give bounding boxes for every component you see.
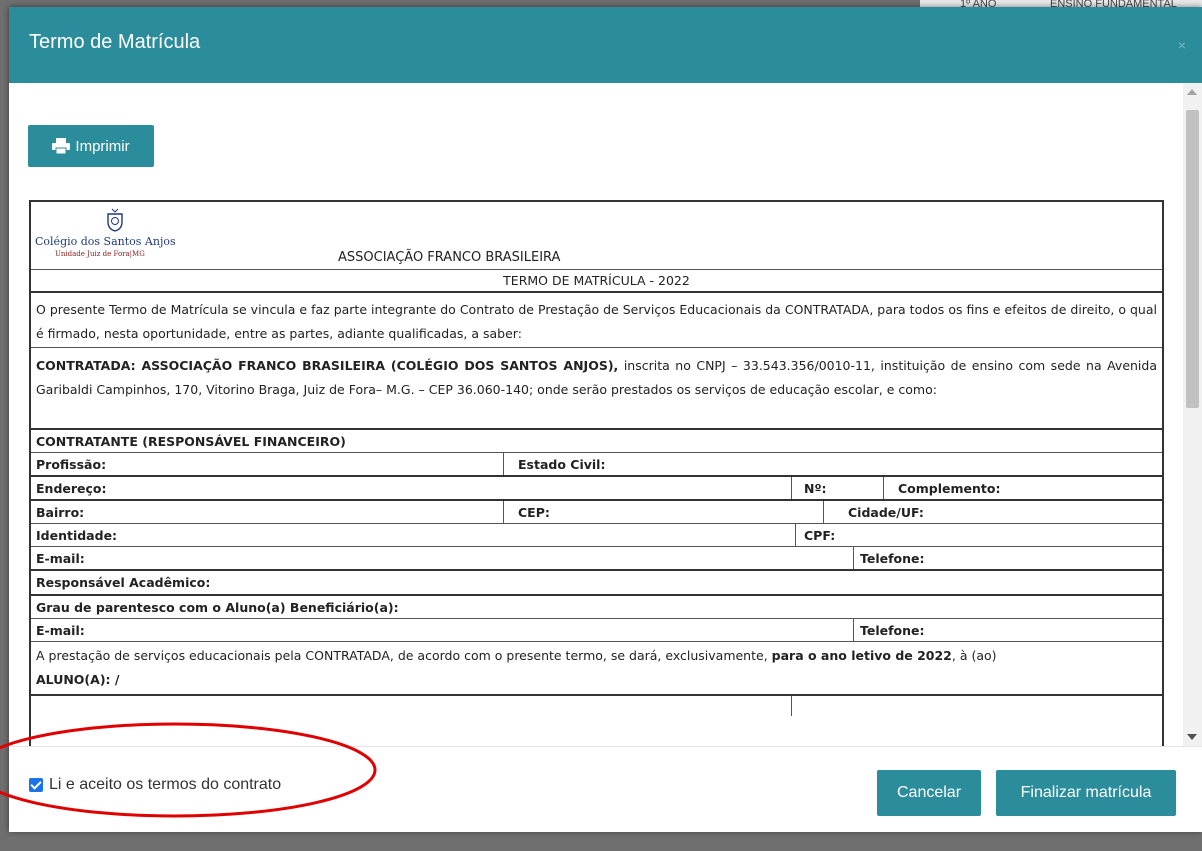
- profissao-label: Profissão:: [36, 456, 107, 472]
- grau-row: Grau de parentesco com o Aluno(a) Benefi…: [31, 596, 1162, 619]
- contract-document: Colégio dos Santos Anjos Unidade Juiz de…: [29, 200, 1164, 746]
- complemento-label: Complemento:: [883, 477, 1162, 499]
- scroll-down-icon[interactable]: [1187, 734, 1197, 740]
- bairro-label: Bairro:: [36, 504, 85, 520]
- responsavel-row: Responsável Acadêmico:: [31, 571, 1162, 596]
- term-title-row: TERMO DE MATRÍCULA - 2022: [31, 269, 1162, 293]
- association-title: ASSOCIAÇÃO FRANCO BRASILEIRA: [338, 250, 561, 265]
- school-logo: Colégio dos Santos Anjos Unidade Juiz de…: [35, 208, 205, 263]
- print-button[interactable]: Imprimir: [28, 125, 154, 167]
- print-button-label: Imprimir: [75, 137, 130, 155]
- email-label: E-mail:: [36, 550, 85, 566]
- aluno-label: ALUNO(A): /: [36, 672, 120, 687]
- responsavel-academico-label: Responsável Acadêmico:: [36, 575, 211, 590]
- close-button[interactable]: ×: [1178, 37, 1186, 53]
- school-logo-subtitle: Unidade Juiz de Fora|MG: [55, 250, 145, 258]
- scroll-thumb[interactable]: [1186, 110, 1199, 408]
- bairro-row: Bairro: CEP: Cidade/UF:: [31, 501, 1162, 524]
- cidade-uf-label: Cidade/UF:: [823, 501, 1162, 523]
- intro-paragraph: O presente Termo de Matrícula se vincula…: [36, 302, 1157, 341]
- enrollment-modal: Termo de Matrícula × Imprimir Colégio do…: [9, 7, 1202, 832]
- school-logo-name: Colégio dos Santos Anjos: [35, 235, 176, 248]
- grau-parentesco-label: Grau de parentesco com o Aluno(a) Benefi…: [36, 599, 399, 615]
- identidade-label: Identidade:: [36, 527, 118, 543]
- accept-terms-label: Li e aceito os termos do contrato: [49, 776, 282, 793]
- profissao-row: Profissão: Estado Civil:: [31, 453, 1162, 477]
- finish-enrollment-button[interactable]: Finalizar matrícula: [996, 770, 1176, 816]
- email2-row: E-mail: Telefone:: [31, 619, 1162, 642]
- modal-footer: Li e aceito os termos do contrato Cancel…: [9, 746, 1202, 832]
- telefone-label: Telefone:: [853, 547, 1162, 569]
- endereco-label: Endereço:: [36, 480, 107, 496]
- contratada-paragraph: CONTRATADA: ASSOCIAÇÃO FRANCO BRASILEIRA…: [31, 348, 1162, 402]
- contratada-row: CONTRATADA: ASSOCIAÇÃO FRANCO BRASILEIRA…: [31, 348, 1162, 430]
- scroll-up-icon[interactable]: [1187, 89, 1197, 95]
- contratada-bold: CONTRATADA: ASSOCIAÇÃO FRANCO BRASILEIRA…: [36, 358, 619, 373]
- numero-label: Nº:: [791, 477, 883, 499]
- school-crest-icon: [107, 208, 123, 232]
- term-title: TERMO DE MATRÍCULA - 2022: [503, 272, 690, 288]
- cpf-label: CPF:: [795, 524, 1162, 546]
- email2-label: E-mail:: [36, 622, 85, 638]
- printer-icon: [52, 138, 71, 154]
- modal-header: Termo de Matrícula ×: [9, 7, 1202, 83]
- prestacao-paragraph: A prestação de serviços educacionais pel…: [31, 642, 1162, 692]
- identidade-row: Identidade: CPF:: [31, 524, 1162, 547]
- prestacao-bold: para o ano letivo de 2022: [771, 648, 952, 663]
- intro-row: O presente Termo de Matrícula se vincula…: [31, 292, 1162, 348]
- endereco-row: Endereço: Nº: Complemento:: [31, 477, 1162, 501]
- prestacao-text: A prestação de serviços educacionais pel…: [36, 648, 772, 663]
- contratante-header-row: CONTRATANTE (RESPONSÁVEL FINANCEIRO): [31, 430, 1162, 453]
- cancel-button[interactable]: Cancelar: [877, 770, 981, 816]
- estado-civil-label: Estado Civil:: [503, 453, 1162, 475]
- modal-body[interactable]: Imprimir Colégio dos Santos Anjos Unidad…: [9, 83, 1202, 746]
- modal-scrollbar[interactable]: [1183, 83, 1202, 746]
- contratante-header: CONTRATANTE (RESPONSÁVEL FINANCEIRO): [36, 433, 346, 449]
- telefone2-label: Telefone:: [853, 619, 1162, 641]
- prestacao-end: , à (ao): [951, 648, 997, 663]
- document-header: Colégio dos Santos Anjos Unidade Juiz de…: [31, 202, 1162, 270]
- accept-terms[interactable]: Li e aceito os termos do contrato: [29, 776, 281, 794]
- prestacao-row: A prestação de serviços educacionais pel…: [31, 642, 1162, 696]
- next-row-cell: [791, 696, 1162, 716]
- accept-terms-checkbox[interactable]: [29, 778, 43, 792]
- next-row: [31, 696, 1162, 716]
- email-row: E-mail: Telefone:: [31, 547, 1162, 571]
- cep-label: CEP:: [503, 501, 823, 523]
- modal-title: Termo de Matrícula: [29, 31, 201, 53]
